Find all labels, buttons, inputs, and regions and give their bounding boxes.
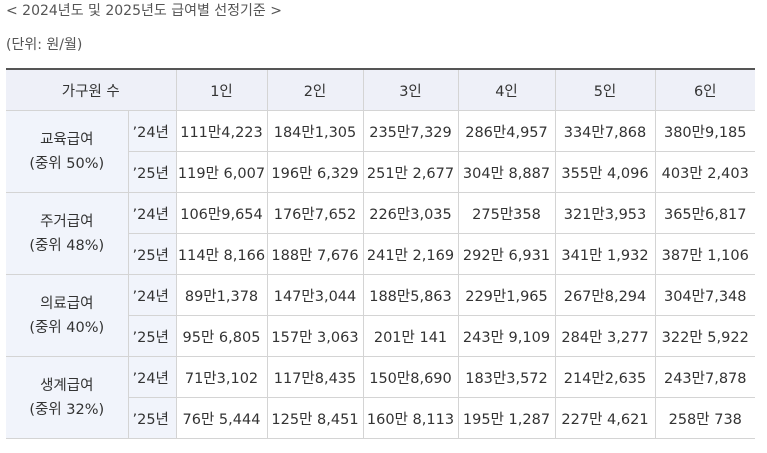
median-rate: (중위 40%) — [29, 319, 105, 336]
column-header: 2인 — [266, 68, 364, 111]
amount-cell: 196만 6,329 — [266, 151, 364, 193]
household-size-header: 가구원 수 — [6, 68, 177, 111]
amount-cell: 322만 5,922 — [654, 315, 755, 357]
amount-cell: 183만3,572 — [457, 356, 556, 398]
amount-cell: 106만9,654 — [175, 192, 268, 234]
benefit-category-cell: 의료급여 (중위 40%) — [6, 274, 129, 357]
amount-cell: 321만3,953 — [554, 192, 656, 234]
amount-cell: 304만 8,887 — [457, 151, 556, 193]
median-rate: (중위 32%) — [29, 401, 105, 418]
benefit-category-cell: 주거급여 (중위 48%) — [6, 192, 129, 275]
year-cell: ’24년 — [127, 192, 177, 234]
benefit-name: 의료급여 — [40, 295, 94, 312]
amount-cell: 304만7,348 — [654, 274, 755, 316]
benefit-category-cell: 교육급여 (중위 50%) — [6, 110, 129, 193]
amount-cell: 258만 738 — [654, 397, 755, 439]
amount-cell: 275만358 — [457, 192, 556, 234]
amount-cell: 125만 8,451 — [266, 397, 364, 439]
amount-cell: 380만9,185 — [654, 110, 755, 152]
amount-cell: 188만 7,676 — [266, 233, 364, 275]
amount-cell: 119만 6,007 — [175, 151, 268, 193]
table-row: 생계급여 (중위 32%) ’24년 71만3,102 117만8,435 150만8,6… — [6, 356, 755, 439]
benefit-name: 교육급여 — [40, 131, 94, 148]
table-row: 주거급여 (중위 48%) ’24년 106만9,654 176만7,652 226만3,… — [6, 192, 755, 275]
amount-cell: 243만7,878 — [654, 356, 755, 398]
year-cell: ’24년 — [127, 356, 177, 398]
amount-cell: 150만8,690 — [362, 356, 459, 398]
column-header: 5인 — [554, 68, 656, 111]
amount-cell: 365만6,817 — [654, 192, 755, 234]
amount-cell: 229만1,965 — [457, 274, 556, 316]
amount-cell: 267만8,294 — [554, 274, 656, 316]
amount-cell: 243만 9,109 — [457, 315, 556, 357]
amount-cell: 184만1,305 — [266, 110, 364, 152]
amount-cell: 227만 4,621 — [554, 397, 656, 439]
year-cell: ’25년 — [128, 397, 177, 439]
amount-cell: 111만4,223 — [175, 110, 268, 152]
median-rate: (중위 48%) — [29, 237, 105, 254]
amount-cell: 387만 1,106 — [654, 233, 755, 275]
amount-cell: 188만5,863 — [362, 274, 459, 316]
amount-cell: 286만4,957 — [457, 110, 556, 152]
column-header: 4인 — [457, 68, 556, 111]
selection-criteria-table: 가구원 수 1인 2인 3인 4인 5인 6인 교육급여 (중위 50%) ’24년… — [6, 68, 755, 439]
amount-cell: 71만3,102 — [175, 356, 268, 398]
amount-cell: 95만 6,805 — [175, 315, 268, 357]
year-cell: ’25년 — [128, 233, 177, 275]
amount-cell: 201만 141 — [362, 315, 459, 357]
table-row: 교육급여 (중위 50%) ’24년 111만4,223 184만1,305 235만7,… — [6, 110, 755, 193]
table-row: 의료급여 (중위 40%) ’24년 89만1,378 147만3,044 188만5,8… — [6, 274, 755, 357]
amount-cell: 157만 3,063 — [266, 315, 364, 357]
amount-cell: 334만7,868 — [554, 110, 656, 152]
median-rate: (중위 50%) — [29, 155, 105, 172]
amount-cell: 355만 4,096 — [554, 151, 656, 193]
amount-cell: 341만 1,932 — [554, 233, 656, 275]
benefit-name: 생계급여 — [40, 377, 94, 394]
amount-cell: 214만2,635 — [554, 356, 656, 398]
table-caption: < 2024년도 및 2025년도 급여별 선정기준 > — [6, 3, 282, 19]
table-body: 교육급여 (중위 50%) ’24년 111만4,223 184만1,305 235만7,… — [6, 110, 755, 439]
amount-cell: 176만7,652 — [266, 192, 364, 234]
unit-label: (단위: 원/월) — [6, 37, 83, 53]
year-cell: ’24년 — [127, 110, 177, 152]
amount-cell: 292만 6,931 — [457, 233, 556, 275]
column-header: 1인 — [175, 68, 268, 111]
amount-cell: 226만3,035 — [362, 192, 459, 234]
amount-cell: 241만 2,169 — [362, 233, 459, 275]
amount-cell: 251만 2,677 — [362, 151, 459, 193]
year-cell: ’25년 — [128, 315, 177, 357]
amount-cell: 235만7,329 — [362, 110, 459, 152]
amount-cell: 89만1,378 — [175, 274, 268, 316]
header-row: 가구원 수 1인 2인 3인 4인 5인 6인 — [6, 68, 755, 111]
amount-cell: 160만 8,113 — [362, 397, 459, 439]
amount-cell: 147만3,044 — [266, 274, 364, 316]
amount-cell: 284만 3,277 — [554, 315, 656, 357]
column-header: 6인 — [654, 68, 755, 111]
amount-cell: 195만 1,287 — [457, 397, 556, 439]
year-cell: ’25년 — [128, 151, 177, 193]
amount-cell: 114만 8,166 — [175, 233, 268, 275]
column-header: 3인 — [362, 68, 459, 111]
amount-cell: 403만 2,403 — [654, 151, 755, 193]
benefit-category-cell: 생계급여 (중위 32%) — [6, 356, 129, 439]
amount-cell: 117만8,435 — [266, 356, 364, 398]
amount-cell: 76만 5,444 — [175, 397, 268, 439]
year-cell: ’24년 — [127, 274, 177, 316]
benefit-name: 주거급여 — [40, 213, 94, 230]
